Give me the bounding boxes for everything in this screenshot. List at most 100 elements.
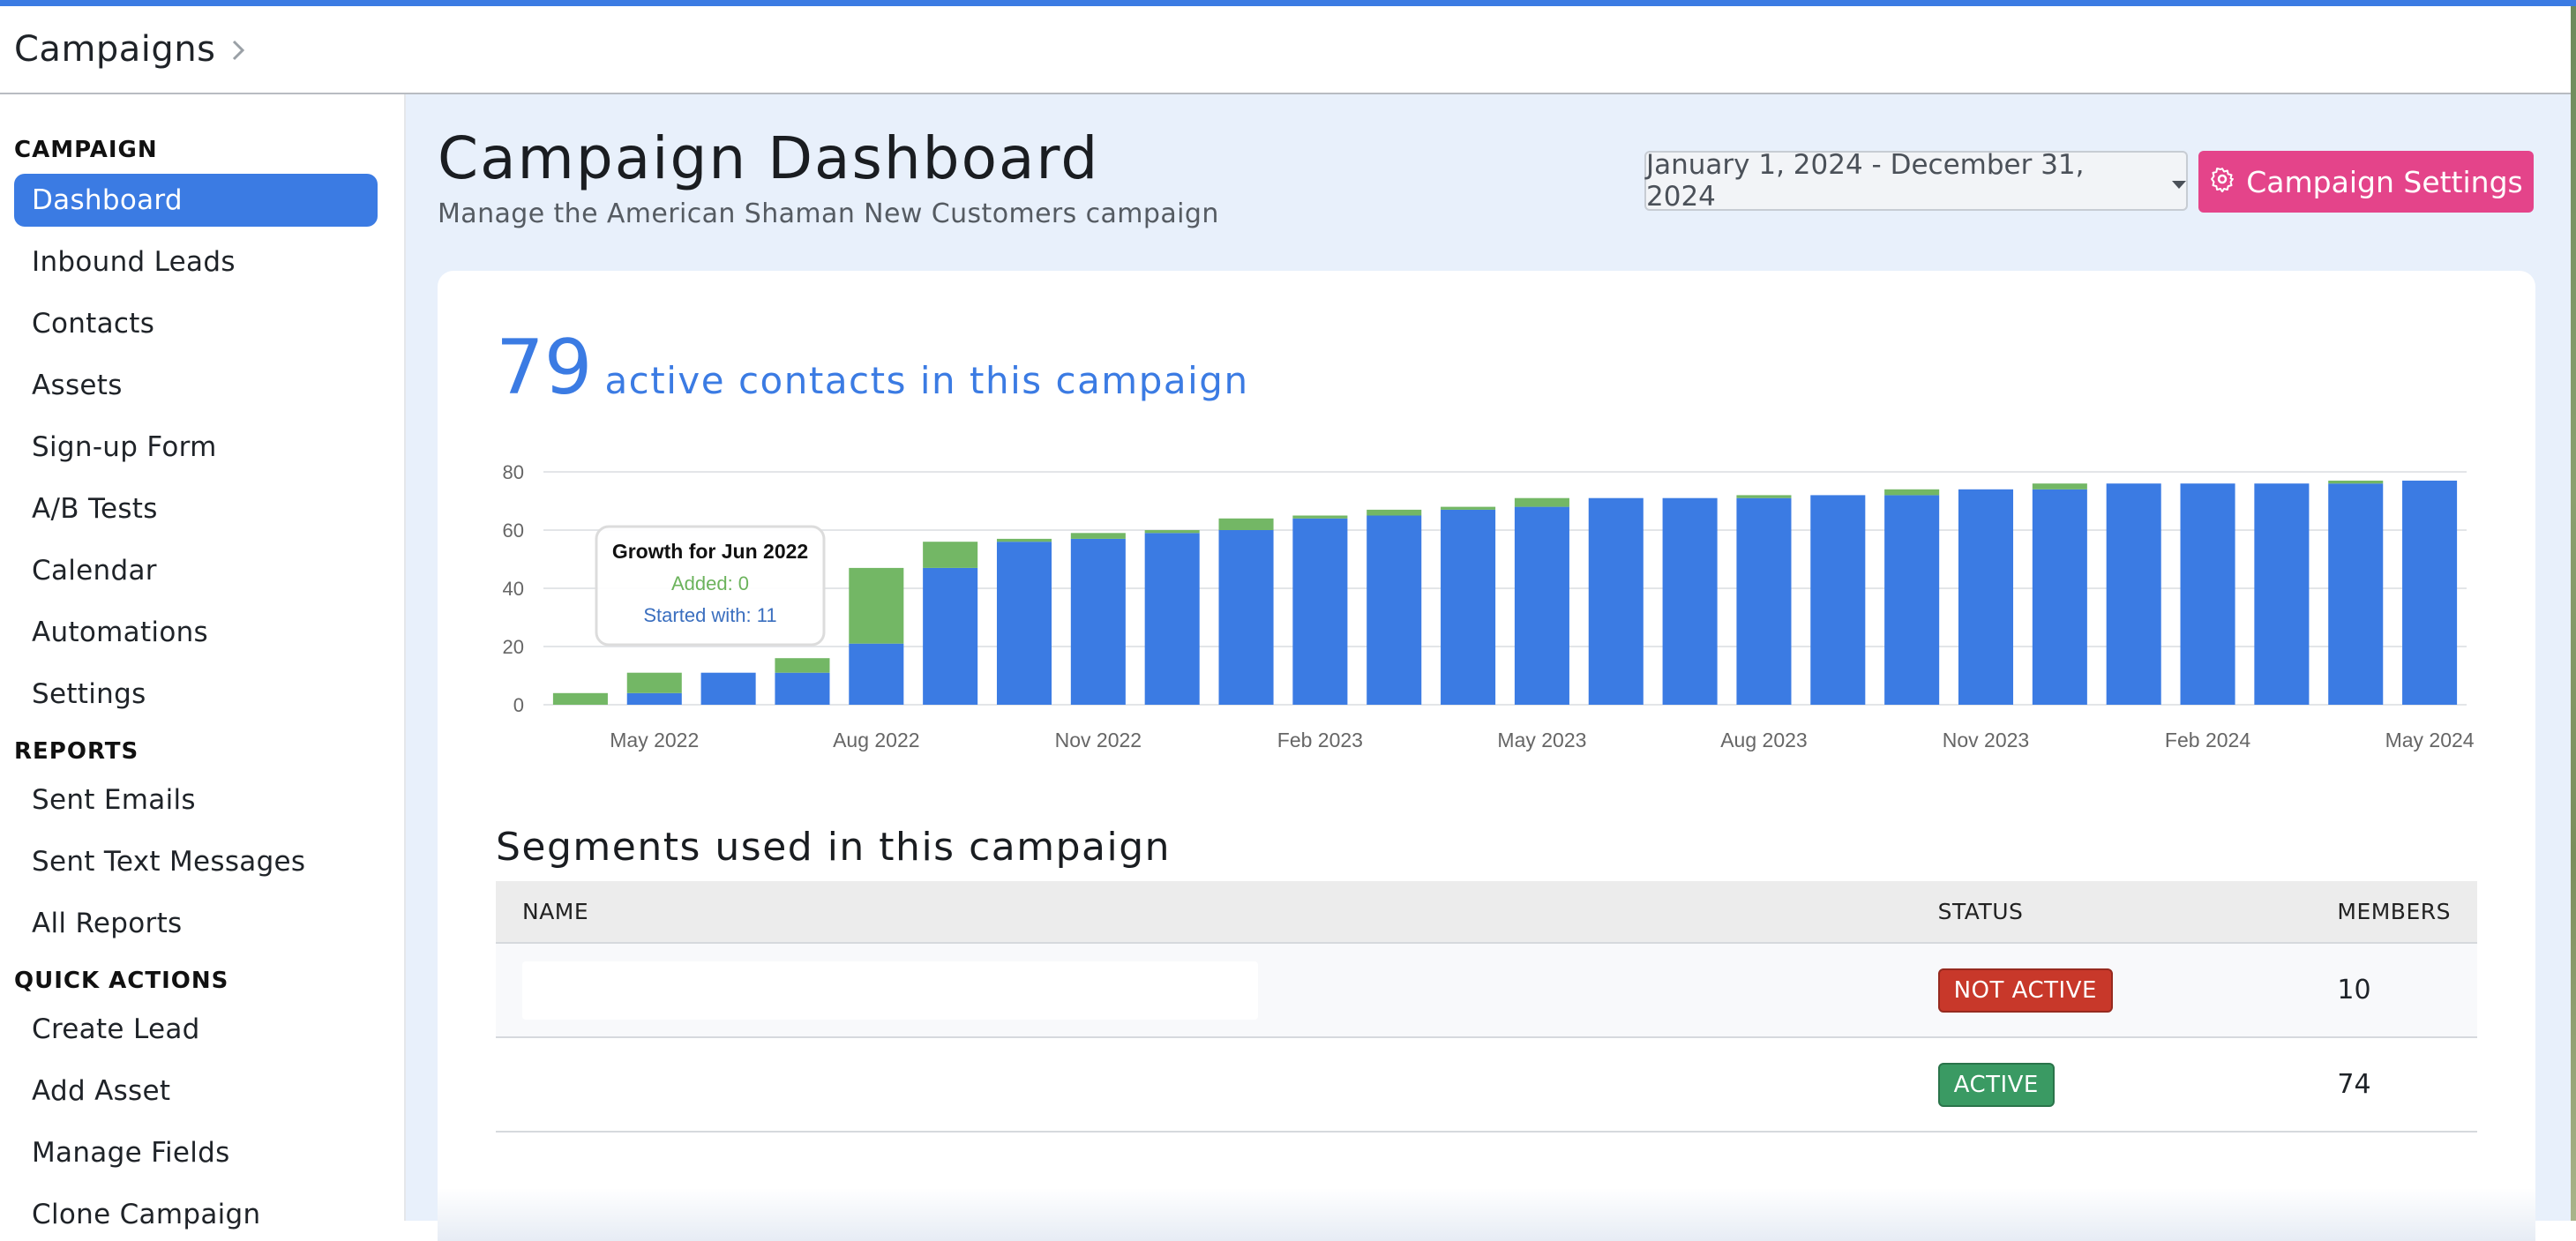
bar-segment [2402,480,2458,705]
sidebar-item-sent-emails[interactable]: Sent Emails [14,774,378,826]
bar-segment [1144,533,1200,705]
column-header-name[interactable]: NAME [496,881,1912,943]
bar-segment [2032,483,2087,490]
bar-segment [1218,530,1274,705]
bar-segment [1367,509,1422,516]
y-tick-label: 0 [513,694,524,716]
bar-segment [1736,497,1792,705]
bar-segment [1144,530,1200,534]
y-tick-label: 60 [503,520,524,542]
table-header-row: NAME STATUS MEMBERS [496,881,2477,943]
y-tick-label: 40 [503,578,524,600]
sidebar-item-calendar[interactable]: Calendar [14,544,378,597]
bar-segment [1514,506,1569,705]
tooltip-added: Added: 0 [671,572,749,594]
sidebar-item-inbound-leads[interactable]: Inbound Leads [14,235,378,288]
table-row[interactable]: ACTIVE 74 [496,1037,2477,1132]
bar-segment [849,567,904,644]
caret-down-icon [2172,165,2186,197]
breadcrumb-campaigns[interactable]: Campaigns [14,29,216,70]
x-tick-label: Nov 2022 [1055,729,1142,751]
sidebar-item-contacts[interactable]: Contacts [14,297,378,350]
date-range-label: January 1, 2024 - December 31, 2024 [1646,149,2085,213]
x-tick-label: Aug 2023 [1720,729,1807,751]
date-range-picker[interactable]: January 1, 2024 - December 31, 2024 [1644,149,2188,213]
sidebar-item-clone-campaign[interactable]: Clone Campaign [14,1188,378,1241]
segments-title: Segments used in this campaign [496,825,1172,870]
x-tick-label: Feb 2023 [1277,729,1363,751]
sidebar-item-settings[interactable]: Settings [14,668,378,721]
sidebar-item-dashboard[interactable]: Dashboard [14,174,378,227]
dashboard-card: 79 active contacts in this campaign 0 20 4… [438,271,2535,1241]
chart-tooltip: Growth for Jun 2022 Added: 0 Started with:… [595,525,826,647]
sidebar-item-create-lead[interactable]: Create Lead [14,1003,378,1056]
top-accent-bar [0,0,2576,6]
table-row[interactable]: NOT ACTIVE 10 [496,943,2477,1037]
sidebar-item-assets[interactable]: Assets [14,359,378,412]
main-content: Campaign Dashboard Manage the American S… [406,94,2571,1241]
column-header-members[interactable]: MEMBERS [2310,881,2477,943]
sidebar-item-ab-tests[interactable]: A/B Tests [14,482,378,535]
bar-segment [1441,509,1496,705]
sidebar-heading-reports: REPORTS [14,738,139,765]
bar-segment [1958,489,2014,705]
sidebar-item-sent-text-messages[interactable]: Sent Text Messages [14,835,378,888]
bar-segment [626,692,682,705]
sidebar-item-add-asset[interactable]: Add Asset [14,1065,378,1118]
x-tick-label: May 2023 [1497,729,1586,751]
tooltip-title: Growth for Jun 2022 [612,540,808,563]
segments-table: NAME STATUS MEMBERS NOT ACTIVE 10 ACTIVE… [496,881,2477,1133]
segment-name[interactable] [522,961,1258,1020]
bar-segment [923,542,978,568]
x-tick-label: Feb 2024 [2165,729,2250,751]
segment-members: 10 [2337,975,2371,1006]
bar-segment [1514,497,1569,507]
status-badge: NOT ACTIVE [1937,968,2113,1013]
bar-segment [1736,495,1792,498]
growth-chart-svg: 0 20 40 60 80 May 2022 Aug 2022 Nov 2022 Feb 202… [503,461,2475,751]
active-contacts-count: 79 [496,324,593,412]
sidebar-heading-campaign: CAMPAIGN [14,137,158,163]
column-header-status[interactable]: STATUS [1912,881,2311,943]
campaign-settings-label: Campaign Settings [2246,164,2523,199]
bar-segment [2032,489,2087,705]
bar-segment [2254,483,2310,705]
bar-segment [775,658,830,673]
active-contacts-summary: 79 active contacts in this campaign [496,324,1249,412]
sidebar-item-all-reports[interactable]: All Reports [14,897,378,950]
sidebar-heading-quick-actions: QUICK ACTIONS [14,968,229,994]
bar-segment [1884,495,1940,705]
bar-segment [1810,495,1866,705]
sidebar: CAMPAIGN Dashboard Inbound Leads Contact… [0,94,406,1230]
window-edge [2571,6,2576,1221]
x-tick-label: May 2022 [610,729,699,751]
bar-segment [2328,480,2384,484]
active-contacts-label: active contacts in this campaign [604,359,1249,402]
bar-segment [700,672,756,705]
bar-segment [2180,483,2235,705]
bar-segment [1070,533,1126,539]
card-bottom-fade [438,1188,2535,1241]
sidebar-item-automations[interactable]: Automations [14,606,378,659]
growth-chart: 0 20 40 60 80 May 2022 Aug 2022 Nov 2022 Feb 202… [464,438,2493,765]
page-subtitle: Manage the American Shaman New Customers… [438,198,1219,229]
tooltip-started: Started with: 11 [643,604,776,626]
bar-segment [1884,489,1940,496]
bar-segment [1218,518,1274,530]
campaign-settings-button[interactable]: Campaign Settings [2198,151,2534,213]
y-tick-label: 80 [503,461,524,483]
bar-segment [849,643,904,705]
bar-segment [1441,506,1496,510]
bar-segment [2328,483,2384,705]
y-tick-label: 20 [503,636,524,658]
sidebar-item-signup-form[interactable]: Sign-up Form [14,421,378,474]
x-tick-label: Aug 2022 [833,729,919,751]
bar-segment [775,672,830,705]
top-header: Campaigns [0,6,2571,94]
sidebar-item-manage-fields[interactable]: Manage Fields [14,1126,378,1179]
x-tick-label: Nov 2023 [1943,729,2029,751]
bar-segment [1588,497,1644,705]
bar-segment [1662,497,1718,705]
status-badge: ACTIVE [1937,1062,2055,1107]
bar-segment [2106,483,2161,705]
